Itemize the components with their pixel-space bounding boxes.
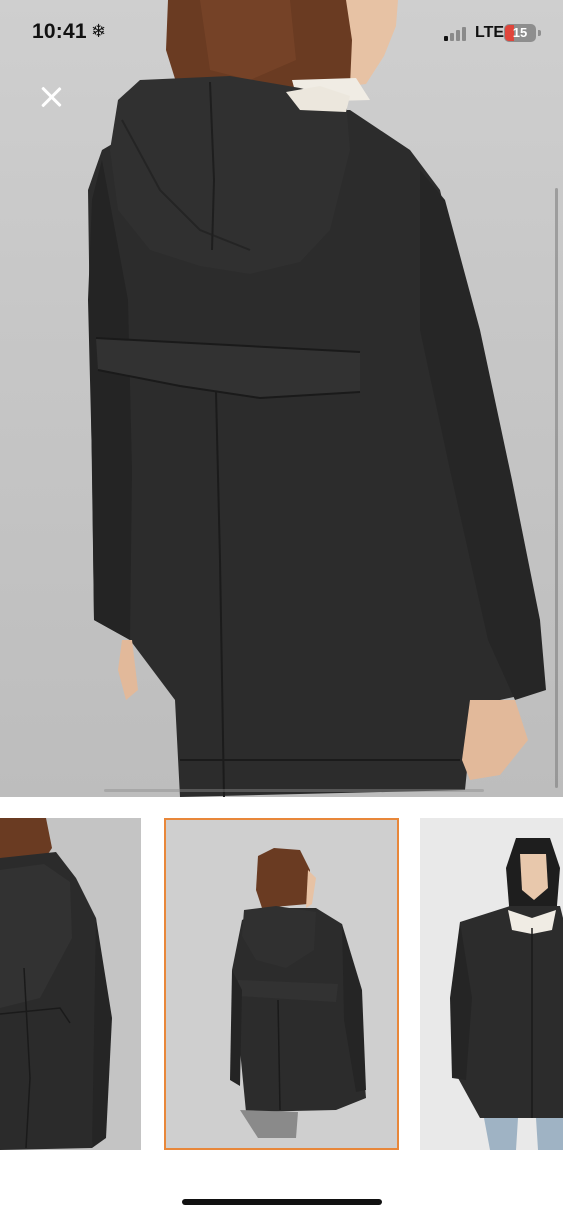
thumbnail-2-selected[interactable] [164, 818, 399, 1150]
network-type-label: LTE [475, 24, 505, 41]
status-bar: 10:41 ❄ LTE 15 [0, 0, 563, 66]
image-pager-indicator [104, 789, 484, 792]
thumbnail-3[interactable] [420, 818, 563, 1150]
status-time: 10:41 [32, 20, 87, 43]
close-icon[interactable] [34, 80, 68, 114]
home-indicator[interactable] [182, 1199, 382, 1205]
battery-tip [538, 30, 541, 36]
thumbnail-1[interactable] [0, 818, 141, 1150]
jacket-back-view-image [88, 0, 546, 797]
battery-level-label: 15 [512, 25, 528, 40]
battery-icon: 15 [504, 24, 536, 42]
jacket-side-view-image [0, 818, 141, 1150]
product-main-image[interactable] [0, 0, 563, 797]
jacket-front-view-image [420, 818, 563, 1150]
focus-mode-icon: ❄ [91, 21, 107, 41]
jacket-back-view-image [166, 820, 397, 1148]
signal-strength-icon [444, 27, 470, 41]
vertical-scrollbar[interactable] [555, 188, 558, 788]
